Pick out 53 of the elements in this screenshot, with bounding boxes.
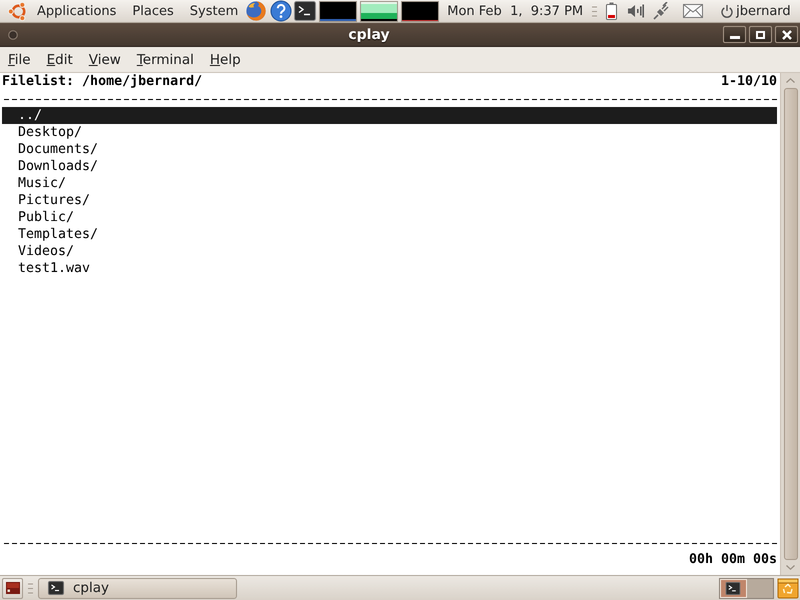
- maximize-icon: [756, 30, 765, 38]
- plug-icon[interactable]: [653, 2, 670, 20]
- panel-menu[interactable]: Places: [124, 4, 182, 18]
- terminal-icon: [725, 582, 742, 594]
- minimize-button[interactable]: [723, 26, 746, 43]
- mail-icon[interactable]: [683, 4, 704, 18]
- clock[interactable]: Mon Feb 1, 9:37 PM: [447, 4, 584, 18]
- cpu-graph: [319, 0, 358, 22]
- user-name[interactable]: jbernard: [736, 4, 791, 18]
- task-button[interactable]: cplay: [38, 578, 237, 598]
- elapsed-time: 00h 00m 00s: [688, 551, 777, 568]
- terminal-icon[interactable]: [294, 1, 316, 21]
- power-icon[interactable]: [721, 4, 734, 18]
- file-row[interactable]: Templates/: [2, 226, 98, 243]
- panel-menu[interactable]: Applications: [29, 4, 124, 18]
- file-row[interactable]: Videos/: [2, 243, 74, 260]
- scrollbar-thumb[interactable]: [784, 88, 798, 560]
- menu-item[interactable]: Terminal: [128, 50, 202, 70]
- help-icon[interactable]: [270, 0, 292, 22]
- file-row[interactable]: test1.wav: [2, 260, 90, 277]
- menu-item[interactable]: Help: [202, 50, 249, 70]
- terminal-icon: [48, 581, 64, 595]
- network-graph: [401, 0, 440, 22]
- file-row[interactable]: Documents/: [2, 141, 98, 158]
- firefox-icon[interactable]: [244, 0, 268, 22]
- menu-item[interactable]: File: [0, 50, 39, 70]
- file-row[interactable]: Music/: [2, 175, 66, 192]
- file-row[interactable]: Public/: [2, 209, 74, 226]
- memory-graph: [360, 0, 398, 22]
- window-menu-icon[interactable]: [8, 30, 18, 40]
- file-row[interactable]: Pictures/: [2, 192, 90, 209]
- panel-menu[interactable]: System: [182, 4, 246, 18]
- scrollbar[interactable]: [780, 73, 800, 575]
- menu-item[interactable]: View: [80, 50, 129, 70]
- position-counter: 1-10/10: [720, 73, 777, 90]
- grip-icon: [28, 582, 33, 594]
- menu-item[interactable]: Edit: [38, 50, 81, 70]
- minimize-icon: [730, 36, 740, 38]
- show-desktop-button[interactable]: [2, 578, 23, 598]
- battery-icon[interactable]: [606, 2, 618, 20]
- workspace[interactable]: [720, 578, 746, 598]
- close-icon: [782, 30, 792, 40]
- volume-icon[interactable]: [628, 4, 644, 18]
- grip-icon: [592, 6, 598, 16]
- desktop-icon: [6, 582, 20, 594]
- window-title: cplay: [348, 26, 390, 42]
- trash-icon[interactable]: [777, 577, 799, 599]
- close-button[interactable]: [775, 26, 798, 43]
- file-row[interactable]: Downloads/: [2, 158, 98, 175]
- maximize-button[interactable]: [749, 26, 772, 43]
- file-row[interactable]: ../: [2, 107, 777, 124]
- filelist-header: Filelist: /home/jbernard/: [2, 73, 202, 90]
- file-row[interactable]: Desktop/: [2, 124, 82, 141]
